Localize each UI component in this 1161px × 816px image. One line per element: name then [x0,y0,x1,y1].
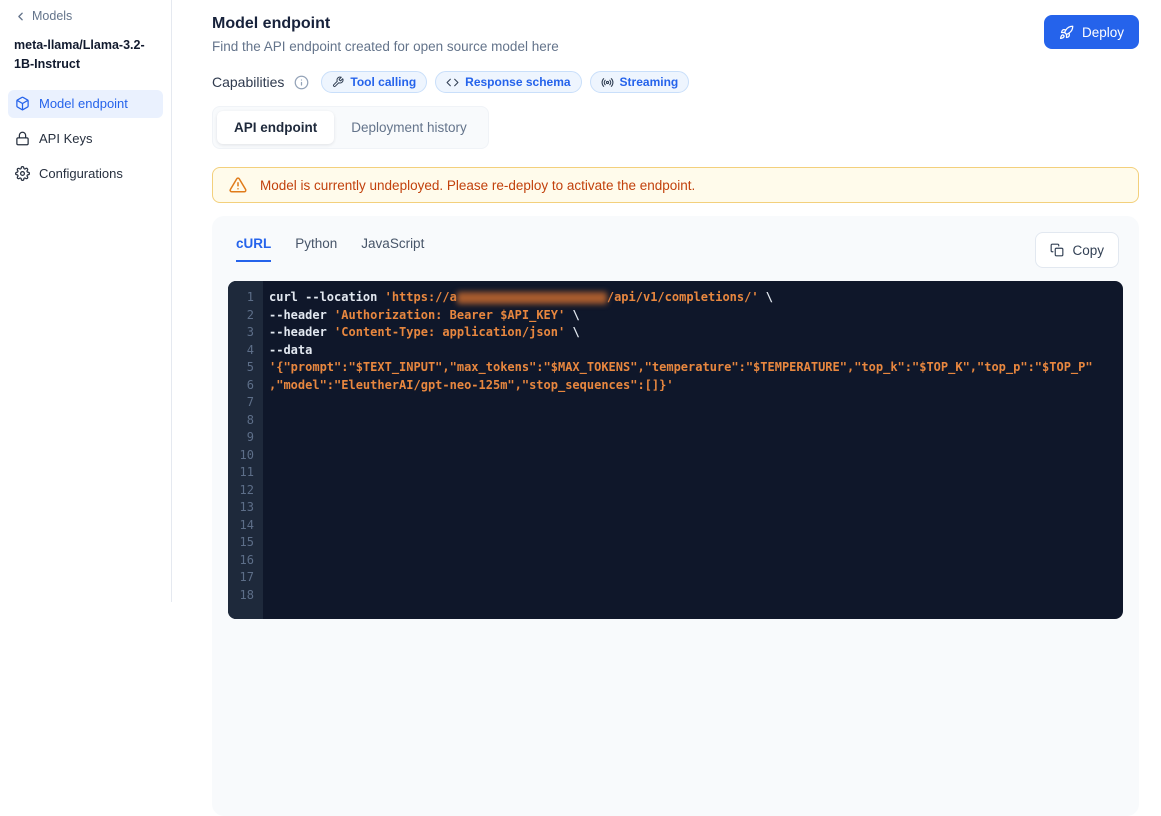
response-schema-icon [446,76,459,89]
line-number: 12 [228,482,254,500]
code-line: --header 'Content-Type: application/json… [269,324,1115,342]
code-lines: curl --location 'https://a/api/v1/comple… [263,281,1123,619]
sidebar-item-model-endpoint[interactable]: Model endpoint [8,90,163,118]
back-link-label: Models [32,9,72,23]
line-number: 9 [228,429,254,447]
sidebar-nav: Model endpoint API Keys Configurations [0,90,171,188]
line-number: 3 [228,324,254,342]
undeployed-warning-banner: Model is currently undeployed. Please re… [212,167,1139,203]
rocket-icon [1059,25,1074,40]
model-name: meta-llama/Llama-3.2-1B-Instruct [0,36,171,75]
lock-icon [15,131,30,146]
code-line [269,569,1115,587]
page-title: Model endpoint [212,15,559,33]
capabilities-label: Capabilities [212,74,284,90]
copy-icon [1050,243,1064,257]
sidebar-item-label: Configurations [39,166,123,181]
code-line [269,587,1115,605]
cube-icon [15,96,30,111]
badge-label: Streaming [620,75,679,89]
models-back-link[interactable]: Models [0,9,171,23]
line-number: 18 [228,587,254,605]
gear-icon [15,166,30,181]
code-line [269,552,1115,570]
line-number: 13 [228,499,254,517]
code-line [269,429,1115,447]
line-number: 8 [228,412,254,430]
tab-javascript[interactable]: JavaScript [361,236,424,262]
code-line [269,412,1115,430]
deploy-button[interactable]: Deploy [1044,15,1139,49]
copy-button-label: Copy [1072,243,1104,258]
tool-calling-icon [332,76,344,88]
code-line [269,464,1115,482]
line-number: 4 [228,342,254,360]
view-tabs: API endpoint Deployment history [212,106,489,149]
page-subtitle: Find the API endpoint created for open s… [212,39,559,54]
copy-button[interactable]: Copy [1035,232,1119,268]
line-number: 7 [228,394,254,412]
sidebar-item-api-keys[interactable]: API Keys [8,125,163,153]
tab-api-endpoint[interactable]: API endpoint [217,111,334,144]
code-line [269,482,1115,500]
code-panel: cURL Python JavaScript Copy 123456789101… [212,216,1139,816]
code-line: --header 'Authorization: Bearer $API_KEY… [269,307,1115,325]
line-number: 15 [228,534,254,552]
warning-text: Model is currently undeployed. Please re… [260,178,695,193]
sidebar-item-label: Model endpoint [39,96,128,111]
line-number: 5 [228,359,254,377]
line-number: 6 [228,377,254,395]
code-block: 123456789101112131415161718 curl --locat… [228,281,1123,619]
line-number: 14 [228,517,254,535]
redacted-url-segment [457,292,607,304]
deploy-button-label: Deploy [1082,25,1124,40]
sidebar-item-configurations[interactable]: Configurations [8,160,163,188]
line-number: 2 [228,307,254,325]
line-number: 16 [228,552,254,570]
code-line: --data [269,342,1115,360]
code-line: ,"model":"EleutherAI/gpt-neo-125m","stop… [269,377,1115,395]
line-number: 11 [228,464,254,482]
capability-badge-streaming: Streaming [590,71,690,93]
sidebar-item-label: API Keys [39,131,92,146]
tab-python[interactable]: Python [295,236,337,262]
badge-label: Tool calling [350,75,416,89]
tab-deployment-history[interactable]: Deployment history [334,111,484,144]
line-number-gutter: 123456789101112131415161718 [228,281,263,619]
capability-badge-response-schema: Response schema [435,71,581,93]
main-content: Model endpoint Find the API endpoint cre… [172,0,1161,602]
language-tabs: cURL Python JavaScript [236,236,424,262]
tab-curl[interactable]: cURL [236,236,271,262]
code-line [269,534,1115,552]
code-line: curl --location 'https://a/api/v1/comple… [269,289,1115,307]
line-number: 1 [228,289,254,307]
code-line [269,499,1115,517]
line-number: 10 [228,447,254,465]
chevron-left-icon [14,10,27,23]
code-line [269,447,1115,465]
code-line: '{"prompt":"$TEXT_INPUT","max_tokens":"$… [269,359,1115,377]
warning-icon [229,176,247,194]
streaming-icon [601,76,614,89]
badge-label: Response schema [465,75,570,89]
info-icon[interactable] [294,75,309,90]
line-number: 17 [228,569,254,587]
code-line [269,394,1115,412]
sidebar: Models meta-llama/Llama-3.2-1B-Instruct … [0,0,172,602]
capability-badge-tool-calling: Tool calling [321,71,427,93]
code-line [269,517,1115,535]
